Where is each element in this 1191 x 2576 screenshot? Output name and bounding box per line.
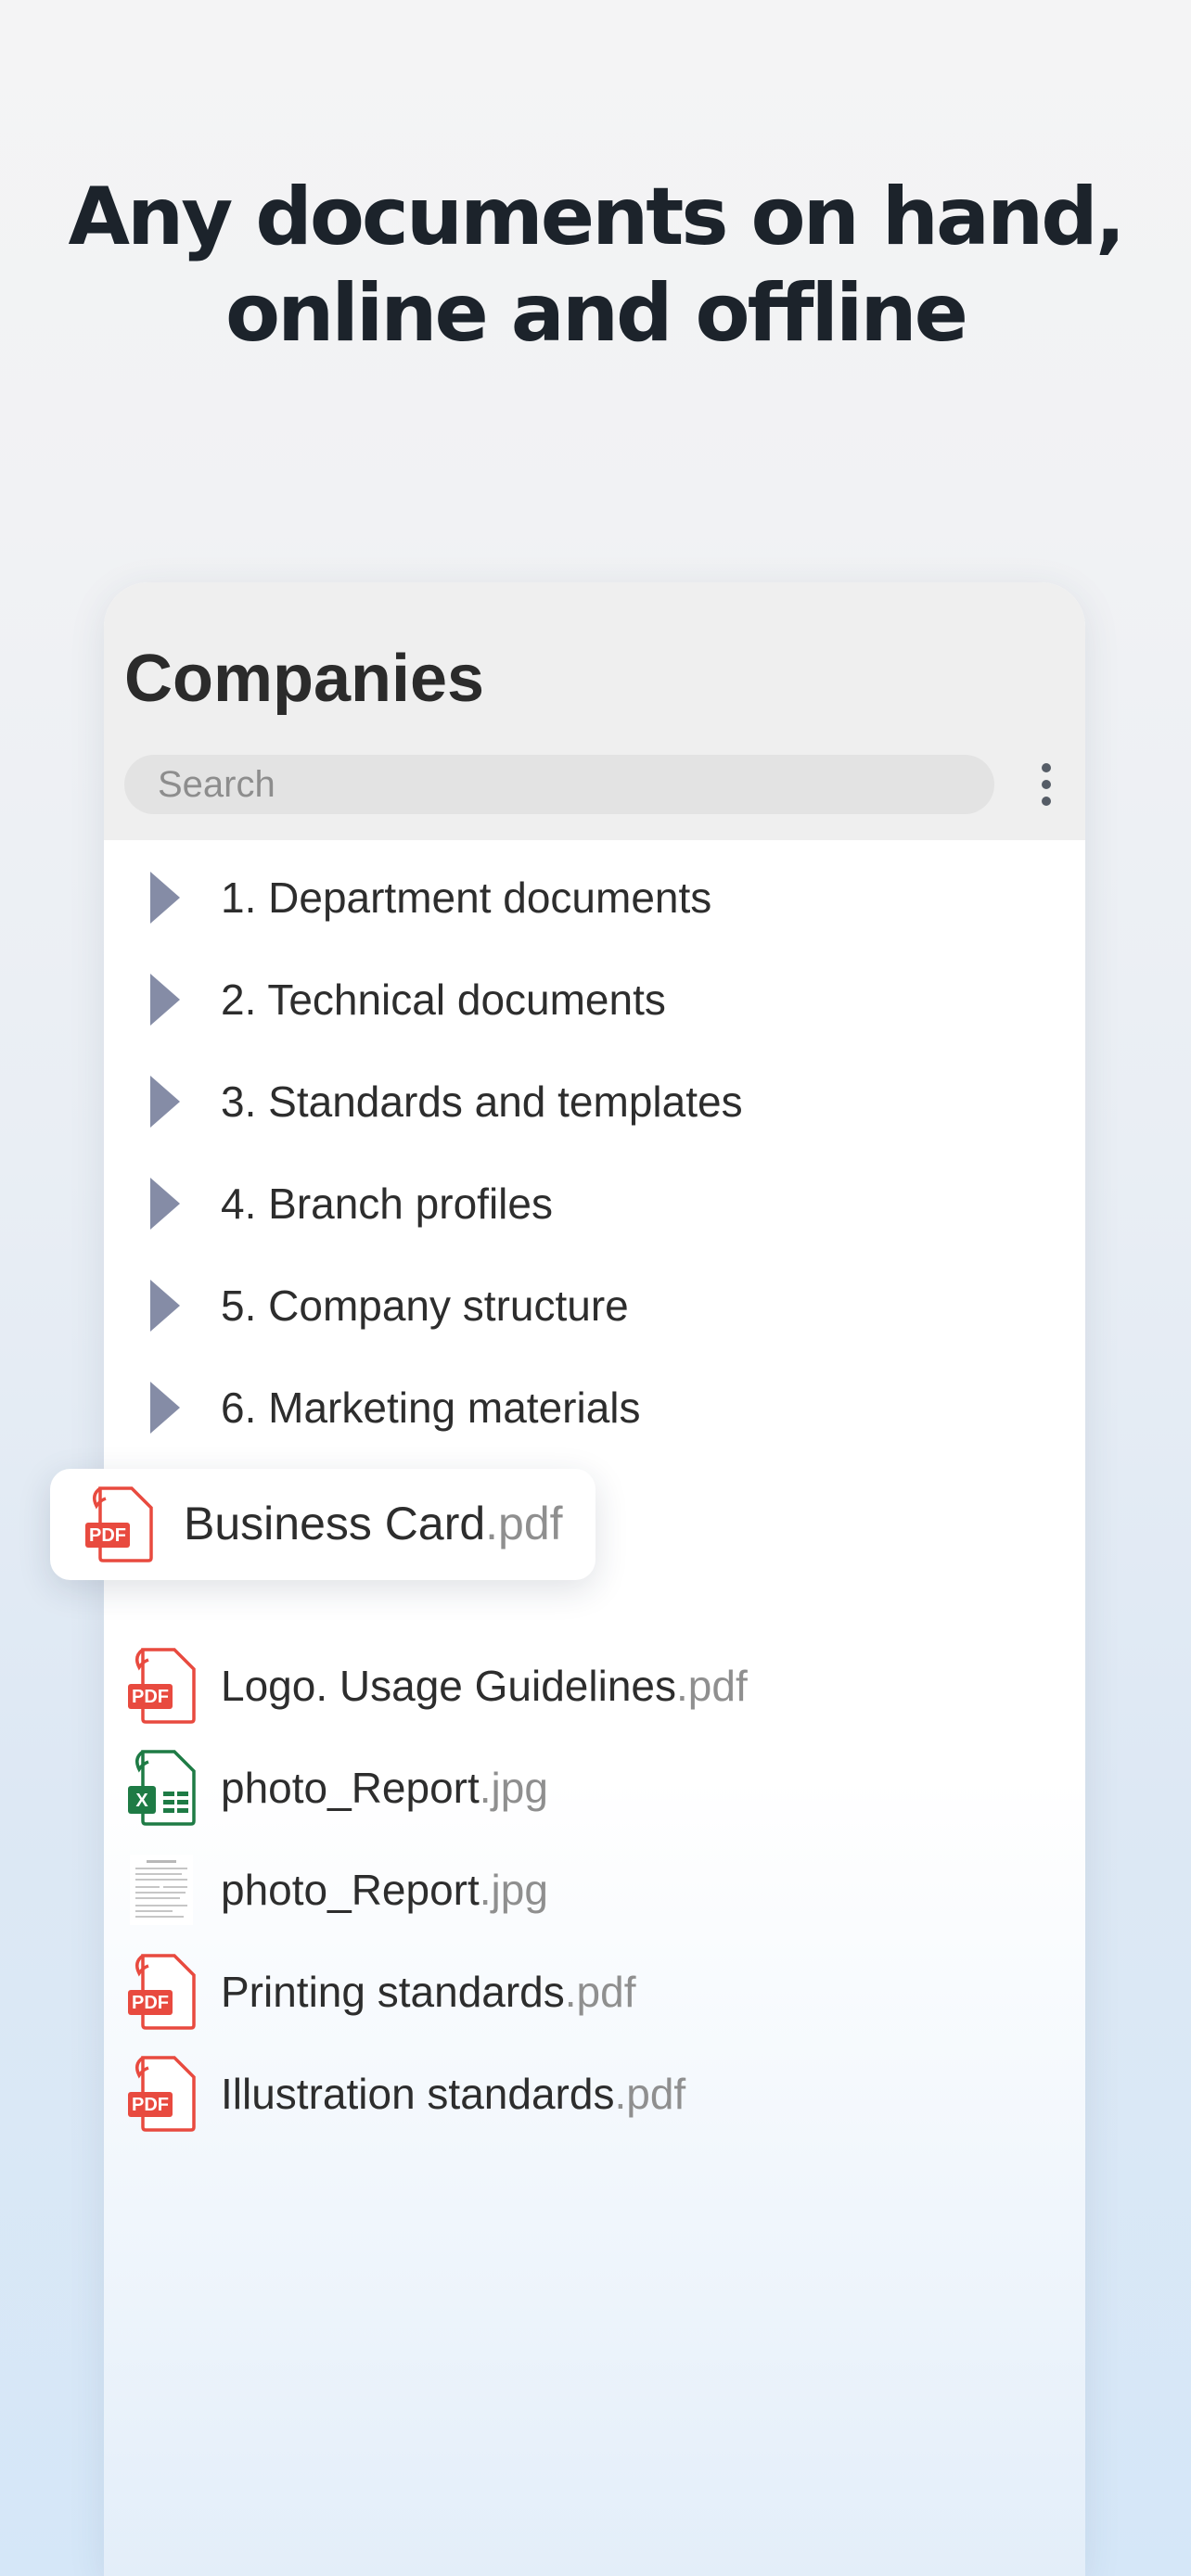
folder-expand-arrow-icon: [150, 872, 180, 924]
folder-expand-arrow-icon: [150, 1178, 180, 1230]
folder-label: 4. Branch profiles: [221, 1180, 553, 1228]
file-label: photo_Report.jpg: [221, 1865, 548, 1915]
pdf-icon-text: PDF: [89, 1525, 126, 1546]
file-name: Illustration standards: [221, 2070, 615, 2118]
folder-expand-arrow-icon: [150, 1076, 180, 1128]
headline: Any documents on hand, online and offlin…: [0, 169, 1191, 362]
more-vertical-icon[interactable]: [1018, 757, 1074, 812]
folder-expand-arrow-icon: [150, 1280, 180, 1332]
folder-expand-arrow-icon: [150, 1382, 180, 1434]
file-extension: .jpg: [479, 1866, 548, 1914]
pdf-icon-text: PDF: [132, 1687, 169, 1707]
dragged-file-card[interactable]: PDF Business Card.pdf: [50, 1469, 596, 1580]
file-extension: .pdf: [676, 1662, 748, 1710]
excel-icon-text: X: [135, 1791, 148, 1811]
file-row[interactable]: photo_Report.jpg: [104, 1843, 1085, 1936]
folder-label: 6. Marketing materials: [221, 1384, 641, 1432]
folder-label: 2. Technical documents: [221, 976, 666, 1024]
headline-line-2: online and offline: [225, 267, 968, 360]
file-extension: .pdf: [564, 1968, 636, 2016]
folder-row[interactable]: 3. Standards and templates: [104, 1055, 1085, 1148]
folder-row[interactable]: 1. Department documents: [104, 851, 1085, 944]
folder-row[interactable]: 2. Technical documents: [104, 953, 1085, 1046]
file-row[interactable]: PDF Illustration standards.pdf: [104, 2047, 1085, 2140]
file-extension: .pdf: [485, 1498, 563, 1549]
panel-title: Companies: [124, 642, 485, 716]
folder-row[interactable]: 4. Branch profiles: [104, 1157, 1085, 1250]
pdf-file-icon: PDF: [128, 2056, 196, 2132]
file-row[interactable]: X photo_Report.jpg: [104, 1741, 1085, 1834]
file-row[interactable]: PDF Printing standards.pdf: [104, 1945, 1085, 2038]
file-name: Printing standards: [221, 1968, 565, 2016]
pdf-file-icon: PDF: [128, 1648, 196, 1724]
file-name: photo_Report: [221, 1866, 480, 1914]
folder-label: 1. Department documents: [221, 874, 712, 922]
dragged-file-label: Business Card.pdf: [184, 1497, 563, 1550]
pdf-icon-text: PDF: [132, 2095, 169, 2115]
panel-header: Companies: [104, 582, 1085, 840]
pdf-icon-text: PDF: [132, 1993, 169, 2013]
spreadsheet-file-icon: X: [128, 1750, 196, 1826]
pdf-file-icon: PDF: [128, 1954, 196, 2030]
file-label: photo_Report.jpg: [221, 1763, 548, 1813]
file-label: Printing standards.pdf: [221, 1967, 636, 2017]
search-input[interactable]: [124, 755, 994, 814]
folder-row[interactable]: 6. Marketing materials: [104, 1361, 1085, 1454]
folder-label: 3. Standards and templates: [221, 1078, 743, 1126]
file-label: Logo. Usage Guidelines.pdf: [221, 1661, 748, 1711]
headline-line-1: Any documents on hand,: [68, 171, 1126, 263]
document-thumbnail-icon: [130, 1855, 193, 1925]
folder-label: 5. Company structure: [221, 1282, 629, 1330]
file-extension: .jpg: [479, 1764, 548, 1812]
file-extension: .pdf: [614, 2070, 686, 2118]
file-row[interactable]: PDF Logo. Usage Guidelines.pdf: [104, 1639, 1085, 1732]
file-label: Illustration standards.pdf: [221, 2069, 685, 2119]
file-name: photo_Report: [221, 1764, 480, 1812]
file-name: Business Card: [184, 1498, 486, 1549]
folder-expand-arrow-icon: [150, 974, 180, 1026]
folder-row[interactable]: 5. Company structure: [104, 1259, 1085, 1352]
file-name: Logo. Usage Guidelines: [221, 1662, 676, 1710]
pdf-file-icon: PDF: [85, 1486, 153, 1562]
